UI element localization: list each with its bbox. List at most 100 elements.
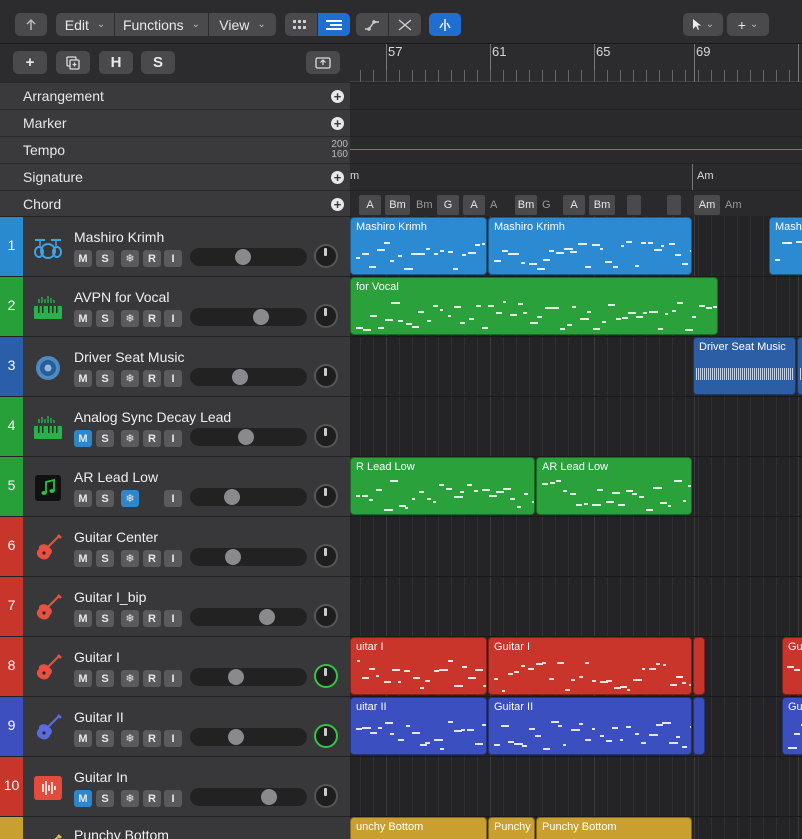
record-enable-button[interactable]: R bbox=[143, 370, 161, 387]
track-header[interactable]: 4 Analog Sync Decay Lead M S ❄ R I bbox=[0, 396, 350, 457]
pan-knob[interactable] bbox=[314, 724, 338, 748]
track-region[interactable]: Mashiro Krimh bbox=[350, 217, 487, 275]
track-header[interactable]: 9 Guitar II M S ❄ R I bbox=[0, 696, 350, 757]
back-arrow-icon[interactable] bbox=[15, 13, 47, 36]
add-signature-icon[interactable]: + bbox=[331, 171, 344, 184]
track-region[interactable]: Punchy bbox=[488, 817, 535, 839]
mute-button[interactable]: M bbox=[74, 370, 92, 387]
freeze-icon[interactable]: ❄ bbox=[121, 490, 139, 507]
record-enable-button[interactable]: R bbox=[143, 310, 161, 327]
pan-knob[interactable] bbox=[314, 244, 338, 268]
crosshair-tool-button[interactable]: + ⌄ bbox=[727, 13, 769, 36]
track-region[interactable]: uitar II bbox=[350, 697, 487, 755]
catch-playhead-button[interactable] bbox=[429, 13, 461, 36]
track-name[interactable]: Guitar Center bbox=[74, 529, 158, 545]
solo-button[interactable]: S bbox=[96, 790, 114, 807]
chord-symbol-inactive[interactable]: Bm bbox=[416, 199, 433, 211]
speaker-icon[interactable] bbox=[32, 352, 64, 384]
record-enable-button[interactable]: R bbox=[143, 730, 161, 747]
track-name[interactable]: Analog Sync Decay Lead bbox=[74, 409, 231, 425]
track-header[interactable]: 1 Mashiro Krimh M S ❄ R I bbox=[0, 216, 350, 277]
track-region[interactable]: uitar I bbox=[350, 637, 487, 695]
freeze-icon[interactable]: ❄ bbox=[121, 550, 139, 567]
global-track-arrangement[interactable]: Arrangement + bbox=[0, 82, 350, 109]
solo-button[interactable]: S bbox=[96, 670, 114, 687]
volume-slider-knob[interactable] bbox=[228, 729, 244, 745]
synth-keyboard-icon[interactable] bbox=[32, 412, 64, 444]
pan-knob[interactable] bbox=[314, 784, 338, 808]
automation-button[interactable] bbox=[356, 13, 388, 36]
input-monitor-button[interactable]: I bbox=[164, 610, 182, 627]
input-monitor-button[interactable]: I bbox=[164, 730, 182, 747]
marker-lane[interactable] bbox=[350, 109, 802, 136]
input-monitor-button[interactable]: I bbox=[164, 370, 182, 387]
mute-button[interactable]: M bbox=[74, 790, 92, 807]
functions-menu-button[interactable]: Functions ⌄ bbox=[115, 13, 208, 36]
global-track-tempo[interactable]: Tempo 200 160 bbox=[0, 136, 350, 163]
electric-guitar-icon[interactable] bbox=[32, 532, 64, 564]
arrangement-lane[interactable] bbox=[350, 82, 802, 109]
freeze-icon[interactable]: ❄ bbox=[121, 790, 139, 807]
track-region[interactable]: R Lead Low bbox=[350, 457, 535, 515]
record-enable-button[interactable]: R bbox=[143, 430, 161, 447]
volume-slider[interactable] bbox=[190, 308, 307, 326]
track-region[interactable]: for Vocal bbox=[350, 277, 718, 335]
mute-button[interactable]: M bbox=[74, 730, 92, 747]
arrange-area[interactable]: Mashiro Krimh Mashiro Krimh Mashiro Krimh f… bbox=[350, 216, 802, 839]
volume-slider-knob[interactable] bbox=[232, 369, 248, 385]
volume-slider-knob[interactable] bbox=[259, 609, 275, 625]
audio-waveform-icon[interactable] bbox=[32, 772, 64, 804]
add-track-button[interactable]: + bbox=[13, 51, 47, 74]
electric-guitar-icon[interactable] bbox=[32, 832, 64, 839]
freeze-icon[interactable]: ❄ bbox=[121, 730, 139, 747]
hide-button[interactable]: H bbox=[99, 51, 133, 74]
track-name[interactable]: Guitar In bbox=[74, 769, 128, 785]
track-region[interactable]: Driver Seat Music bbox=[693, 337, 796, 395]
volume-slider-knob[interactable] bbox=[235, 249, 251, 265]
synth-keyboard-icon[interactable] bbox=[32, 292, 64, 324]
mute-button[interactable]: M bbox=[74, 550, 92, 567]
music-note-icon[interactable] bbox=[32, 472, 64, 504]
grid-view-button[interactable] bbox=[285, 13, 317, 36]
input-monitor-button[interactable]: I bbox=[164, 310, 182, 327]
track-region[interactable]: Gu bbox=[782, 637, 802, 695]
chord-symbol[interactable]: A bbox=[563, 195, 585, 215]
input-monitor-button[interactable]: I bbox=[164, 790, 182, 807]
pan-knob[interactable] bbox=[314, 604, 338, 628]
solo-button[interactable]: S bbox=[96, 550, 114, 567]
chord-symbol[interactable]: Am bbox=[694, 195, 720, 215]
record-enable-button[interactable]: R bbox=[143, 250, 161, 267]
solo-button[interactable]: S bbox=[96, 490, 114, 507]
volume-slider[interactable] bbox=[190, 788, 307, 806]
pan-knob[interactable] bbox=[314, 364, 338, 388]
mute-button[interactable]: M bbox=[74, 430, 92, 447]
track-region[interactable]: Guitar II bbox=[488, 697, 692, 755]
track-name[interactable]: Mashiro Krimh bbox=[74, 229, 164, 245]
chord-symbol[interactable] bbox=[667, 195, 681, 215]
track-header[interactable]: 7 Guitar I_bip M S ❄ R I bbox=[0, 576, 350, 637]
track-region[interactable]: Mashiro Krimh bbox=[769, 217, 802, 275]
record-enable-button[interactable]: R bbox=[143, 790, 161, 807]
volume-slider-knob[interactable] bbox=[238, 429, 254, 445]
volume-slider[interactable] bbox=[190, 488, 307, 506]
solo-global-button[interactable]: S bbox=[141, 51, 175, 74]
flex-button[interactable] bbox=[389, 13, 421, 36]
record-enable-button[interactable]: R bbox=[143, 550, 161, 567]
duplicate-track-button[interactable] bbox=[56, 51, 90, 74]
track-name[interactable]: Punchy Bottom bbox=[74, 827, 169, 839]
track-region[interactable]: Mashiro Krimh bbox=[488, 217, 692, 275]
freeze-icon[interactable]: ❄ bbox=[121, 430, 139, 447]
global-track-chord[interactable]: Chord + bbox=[0, 190, 350, 217]
chord-symbol[interactable] bbox=[627, 195, 641, 215]
solo-button[interactable]: S bbox=[96, 370, 114, 387]
chord-symbol[interactable]: Bm bbox=[515, 195, 537, 215]
electric-guitar-icon[interactable] bbox=[32, 652, 64, 684]
volume-slider[interactable] bbox=[190, 668, 307, 686]
track-name[interactable]: Guitar I_bip bbox=[74, 589, 146, 605]
track-region[interactable]: Guitar I bbox=[488, 637, 692, 695]
volume-slider[interactable] bbox=[190, 728, 307, 746]
mute-button[interactable]: M bbox=[74, 310, 92, 327]
drum-kit-icon[interactable] bbox=[32, 232, 64, 264]
track-name[interactable]: Guitar I bbox=[74, 649, 120, 665]
pan-knob[interactable] bbox=[314, 484, 338, 508]
